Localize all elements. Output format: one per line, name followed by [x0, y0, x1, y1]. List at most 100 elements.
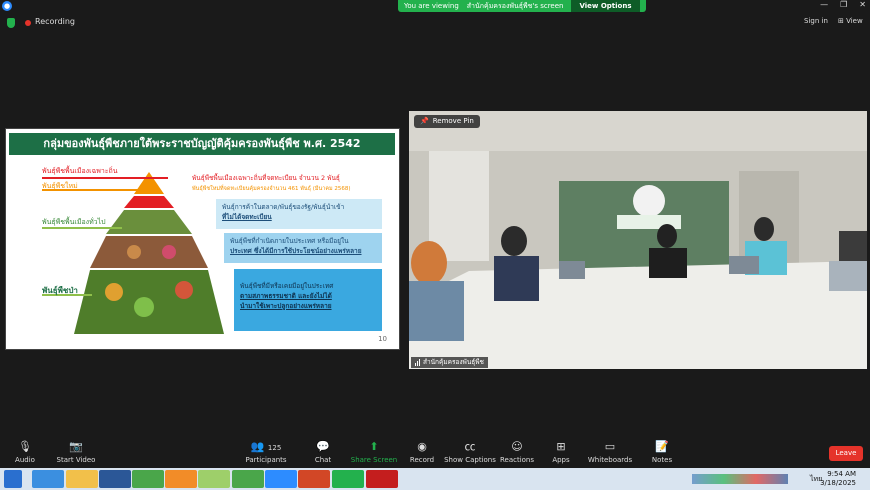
info-box-market-line1: พันธุ์การค้าในตลาด/พันธุ์ของรัฐ/พันธุ์นำ… [222, 203, 345, 211]
folder-icon[interactable] [198, 470, 230, 488]
view-label: View [846, 17, 863, 25]
note-new-variety: พันธุ์พืชใหม่ที่จดทะเบียนคุ้มครองจำนวน 4… [192, 186, 351, 192]
restore-button[interactable]: ❐ [840, 0, 847, 9]
info-box-market: พันธุ์การค้าในตลาด/พันธุ์ของรัฐ/พันธุ์นำ… [216, 199, 382, 229]
audio-label: Audio [15, 456, 35, 464]
viewing-name: สำนักคุ้มครองพันธุ์พืช's screen [466, 2, 564, 10]
record-label: Record [409, 456, 435, 464]
close-button[interactable]: ✕ [859, 0, 866, 9]
ie-icon[interactable] [32, 470, 64, 488]
file-explorer-icon[interactable] [66, 470, 98, 488]
remove-pin-button[interactable]: 📌 Remove Pin [414, 115, 480, 128]
recording-label[interactable]: Recording [35, 17, 75, 26]
pdf-reader-icon[interactable] [366, 470, 398, 488]
meeting-controls-toolbar: 🎙 Audio 📷 Start Video 👥 125 Participants… [0, 438, 870, 468]
notes-icon: 📝 [655, 440, 669, 453]
chat-icon: 💬 [316, 440, 330, 453]
viewing-prefix: You are viewing [404, 2, 459, 10]
chrome-profile-icon[interactable] [232, 470, 264, 488]
pyramid-local-band [90, 236, 208, 268]
flower-icon [175, 281, 193, 299]
whiteboards-button[interactable]: ▭ Whiteboards [582, 440, 638, 464]
shield-icon[interactable] [7, 18, 15, 28]
info-box-local: พันธุ์พืชที่กำเนิดภายในประเทศ หรือมีอยู่… [224, 233, 382, 263]
info-box-wild-line2: ตามสภาพธรรมชาติ และยังไม่ได้ [240, 292, 332, 300]
leave-button[interactable]: Leave [829, 446, 863, 461]
chat-label: Chat [314, 456, 332, 464]
clock-date: 3/18/2025 [820, 479, 856, 487]
participants-count: 125 [267, 444, 282, 452]
reactions-label: Reactions [499, 456, 535, 464]
pyramid-market-band [106, 210, 192, 234]
label-wild: พันธุ์พืชป่า [42, 286, 78, 295]
sign-in-button[interactable]: Sign in [804, 17, 828, 25]
pyramid-new-band [124, 196, 174, 208]
shared-screen-slide: กลุ่มของพันธุ์พืชภายใต้พระราชบัญญัติคุ้ม… [5, 128, 400, 350]
info-box-wild: พันธุ์พืชที่มีหรือเคยมีอยู่ในประเทศ ตามส… [234, 269, 382, 331]
powerpoint-icon[interactable] [298, 470, 330, 488]
produce-icon [162, 245, 176, 259]
audio-button[interactable]: 🎙 Audio [0, 440, 53, 464]
start-video-label: Start Video [56, 456, 96, 464]
grain-icon [127, 245, 141, 259]
info-box-wild-line3: นำมาใช้เพาะปลูกอย่างแพร่หลาย [240, 302, 332, 310]
chrome-icon[interactable] [132, 470, 164, 488]
recording-dot-icon [25, 20, 31, 26]
whiteboards-label: Whiteboards [587, 456, 633, 464]
zoom-icon: ● [2, 1, 12, 11]
signal-bars-icon [415, 359, 420, 366]
line-icon[interactable] [332, 470, 364, 488]
pinned-video-tile[interactable]: 📌 Remove Pin สำนักคุ้มครองพันธุ์พืช [409, 111, 867, 369]
participants-button[interactable]: 👥 125 Participants [236, 440, 296, 464]
share-screen-label: Share Screen [350, 456, 398, 464]
slide-page-number: 10 [378, 335, 387, 343]
minimize-button[interactable]: — [820, 0, 828, 9]
notes-label: Notes [651, 456, 673, 464]
chat-button[interactable]: 💬 Chat [295, 440, 351, 464]
windows-taskbar: ไทย 9:54 AM 3/18/2025 [0, 468, 870, 490]
video-off-icon: 📷 [69, 440, 83, 453]
note-local-specific: พันธุ์พืชพื้นเมืองเฉพาะถิ่นที่จดทะเบียน … [192, 174, 340, 182]
pointer-line-red [42, 177, 168, 179]
microphone-icon: 🎙 [18, 440, 32, 453]
meeting-status-bar: Recording Sign in ⊞ View [0, 14, 870, 32]
pin-icon: 📌 [420, 117, 429, 125]
meeting-room-video [409, 111, 867, 369]
system-clock[interactable]: 9:54 AM 3/18/2025 [820, 470, 856, 488]
start-video-button[interactable]: 📷 Start Video [48, 440, 104, 464]
top-bar: ● You are viewing สำนักคุ้มครองพันธุ์พืช… [0, 0, 870, 12]
label-local-specific: พันธุ์พืชพื้นเมืองเฉพาะถิ่น [42, 167, 118, 175]
clock-time: 9:54 AM [827, 470, 856, 478]
vpn-shield-icon[interactable] [165, 470, 197, 488]
apps-icon: ⊞ [556, 440, 566, 453]
participant-name-tag: สำนักคุ้มครองพันธุ์พืช [411, 357, 488, 368]
participants-icon: 👥 125 [250, 440, 282, 453]
fruit-icon [105, 283, 123, 301]
zoom-taskbar-icon[interactable] [265, 470, 297, 488]
whiteboard-icon: ▭ [604, 440, 616, 453]
view-options-button[interactable]: View Options [571, 0, 640, 12]
system-tray-icons[interactable] [692, 474, 788, 484]
apps-label: Apps [552, 456, 570, 464]
record-icon: ◉ [417, 440, 427, 453]
conference-table [409, 261, 867, 369]
emblem-icon [633, 185, 665, 217]
word-icon[interactable] [99, 470, 131, 488]
label-new-variety: พันธุ์พืชใหม่ [42, 182, 78, 190]
info-box-local-line1: พันธุ์พืชที่กำเนิดภายในประเทศ หรือมีอยู่… [230, 237, 349, 245]
view-button[interactable]: ⊞ View [838, 17, 863, 25]
leaf-icon [134, 297, 154, 317]
windows-start-icon[interactable] [4, 470, 22, 488]
info-box-wild-line1: พันธุ์พืชที่มีหรือเคยมีอยู่ในประเทศ [240, 282, 334, 290]
remove-pin-label: Remove Pin [432, 117, 474, 125]
apps-button[interactable]: ⊞ Apps [533, 440, 589, 464]
label-local-general: พันธุ์พืชพื้นเมืองทั่วไป [42, 218, 106, 226]
record-button[interactable]: ◉ Record [394, 440, 450, 464]
plant-pyramid-graphic [74, 172, 224, 334]
notes-button[interactable]: 📝 Notes [634, 440, 690, 464]
info-box-market-line2: ที่ไม่ได้จดทะเบียน [222, 213, 272, 221]
participant-name: สำนักคุ้มครองพันธุ์พืช [423, 358, 484, 366]
viewing-banner: You are viewing สำนักคุ้มครองพันธุ์พืช's… [398, 0, 646, 12]
slide-title: กลุ่มของพันธุ์พืชภายใต้พระราชบัญญัติคุ้ม… [9, 133, 395, 155]
participants-label: Participants [245, 456, 287, 464]
